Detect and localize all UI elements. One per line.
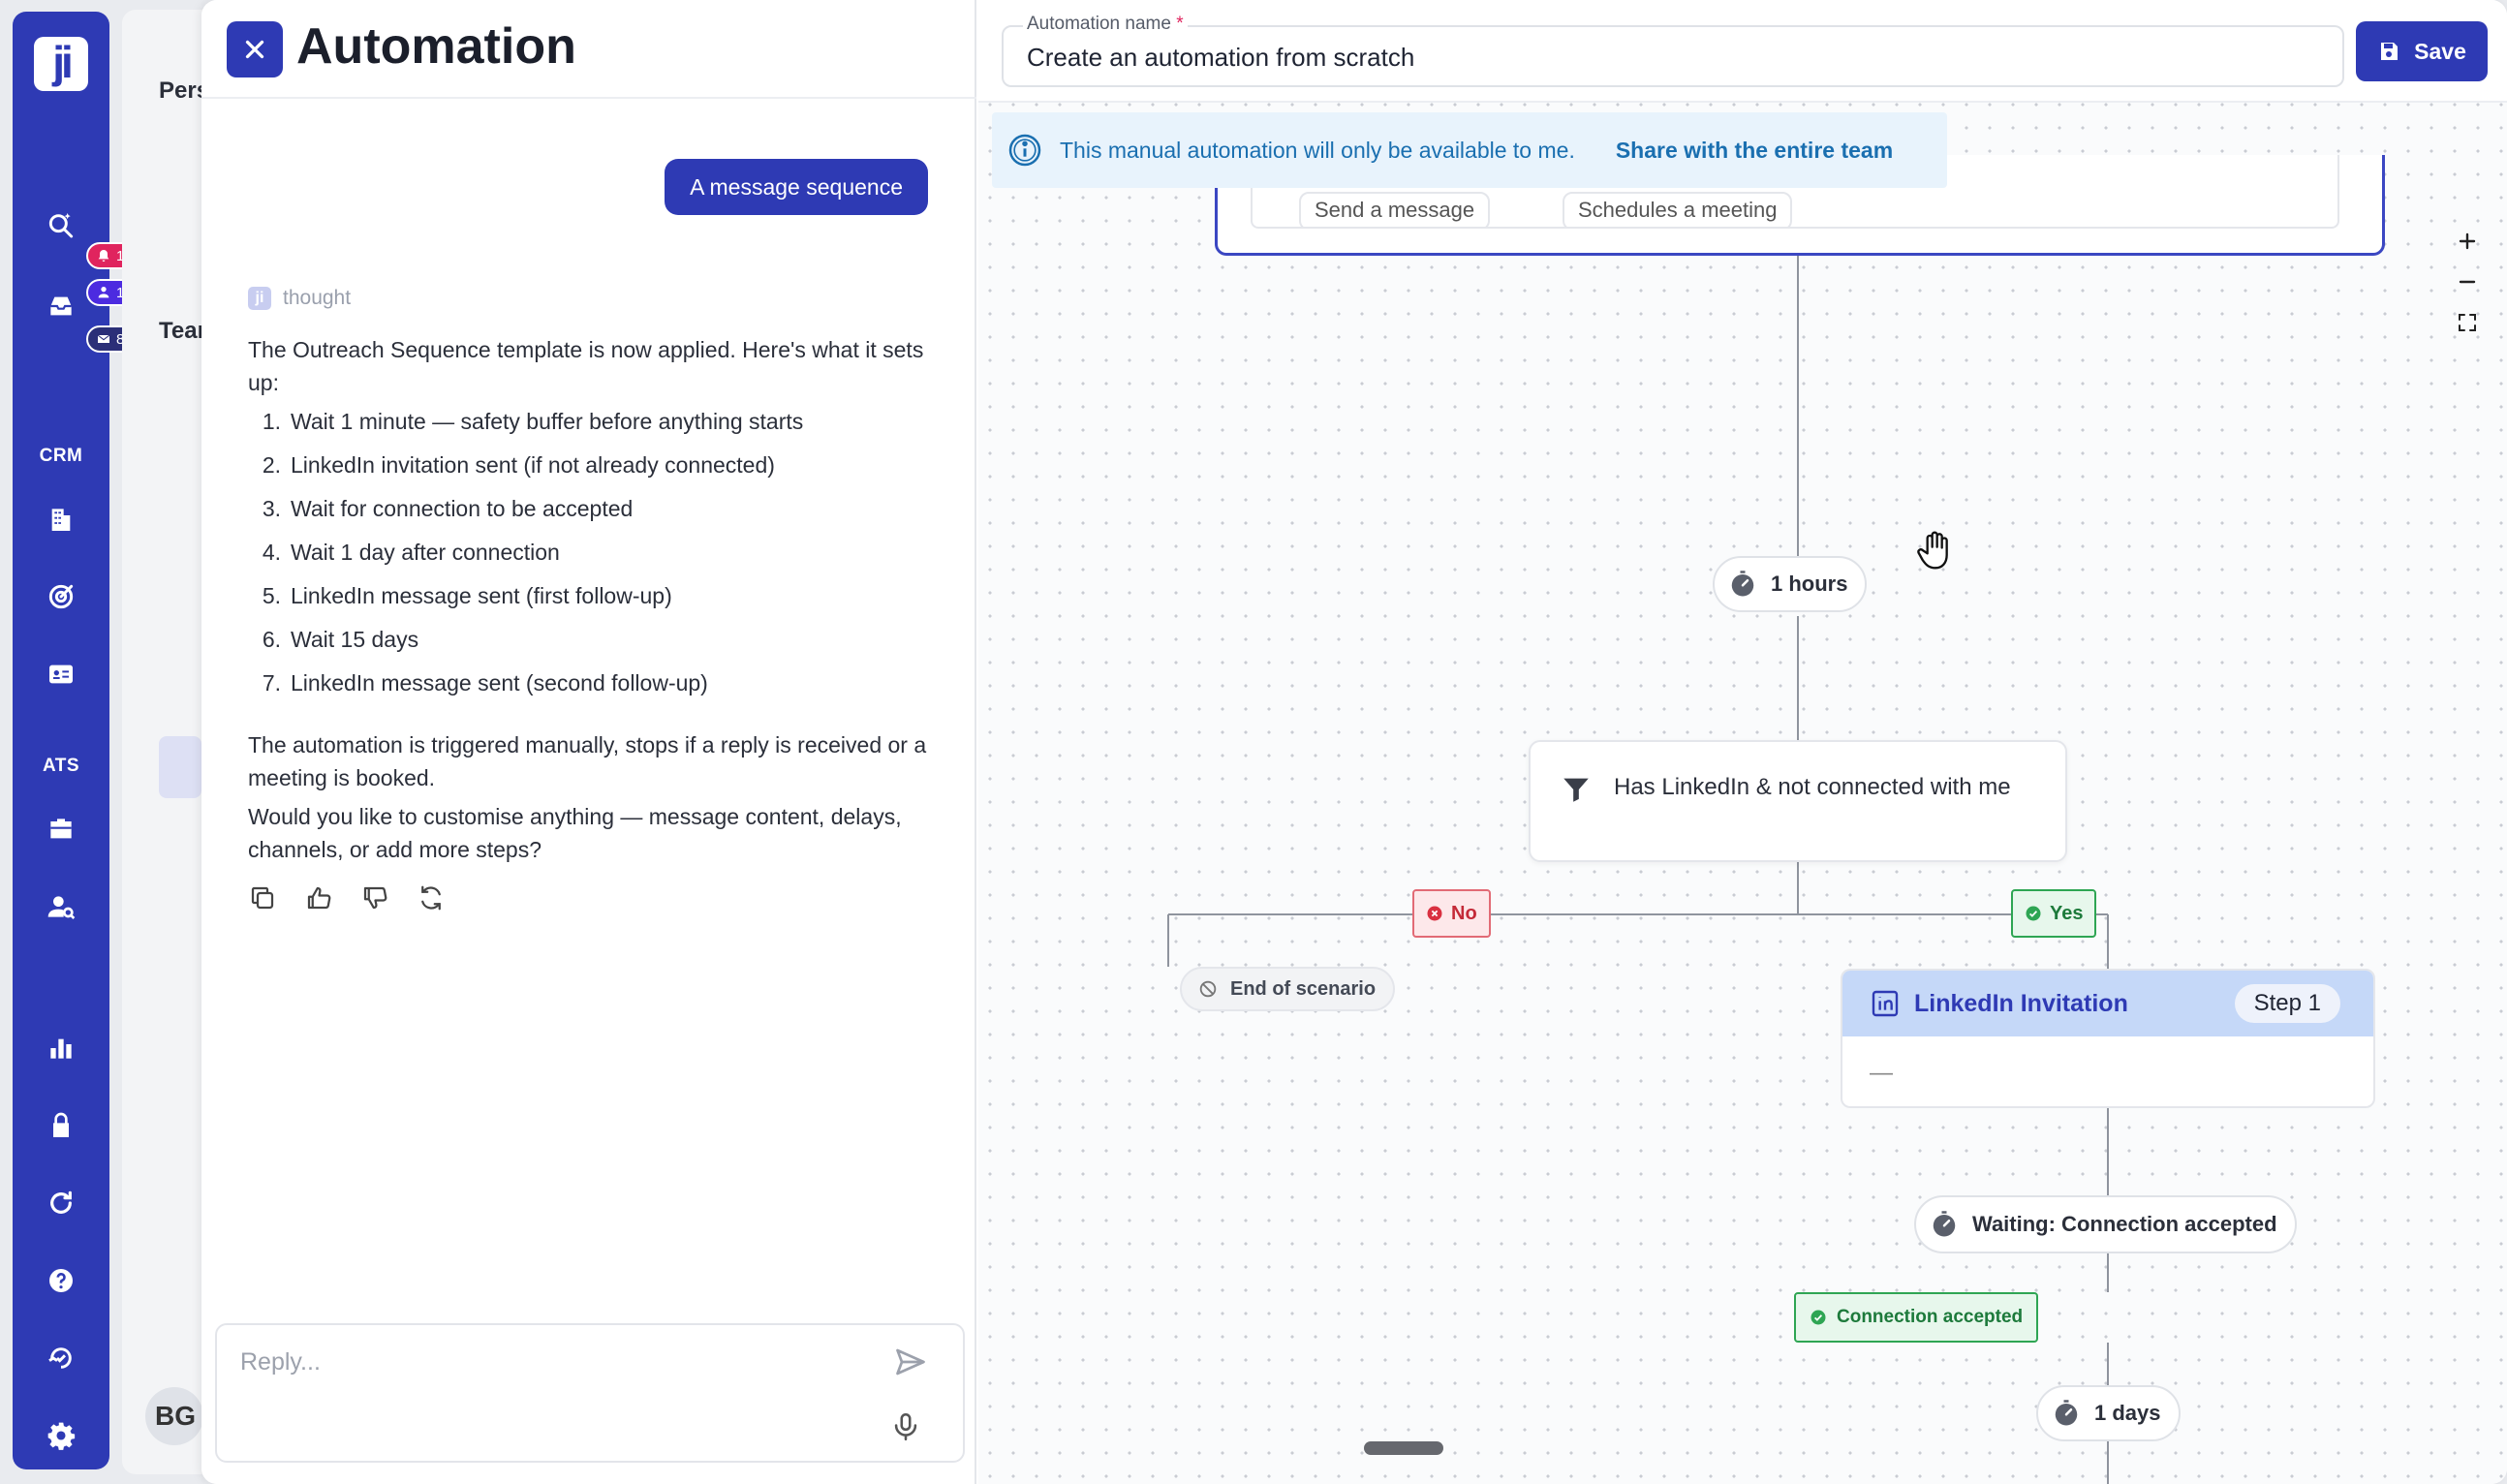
waiting-text: Waiting: Connection accepted	[1972, 1212, 2277, 1236]
assistant-intro-text: The Outreach Sequence template is now ap…	[248, 337, 924, 395]
ats-section-label: ATS	[42, 756, 80, 776]
info-icon	[1008, 134, 1041, 167]
reply-input[interactable]: Reply...	[240, 1348, 321, 1376]
automation-name-label: Automation name *	[1023, 14, 1188, 35]
assistant-outro-text: The automation is triggered manually, st…	[248, 732, 927, 790]
status-nav-icon[interactable]	[42, 1339, 80, 1377]
team-group-label: Tear	[159, 318, 206, 344]
assistant-question-text: Would you like to customise anything — m…	[248, 804, 902, 862]
header-divider	[201, 97, 976, 99]
linkedin-invitation-step[interactable]: LinkedIn Invitation Step 1 —	[1841, 969, 2375, 1108]
horizontal-scrollbar[interactable]	[1364, 1441, 1443, 1455]
filter-icon	[1563, 778, 1589, 802]
contacts-card-nav-icon[interactable]	[42, 655, 80, 694]
jobs-nav-icon[interactable]	[42, 810, 80, 849]
analytics-nav-icon[interactable]	[42, 1029, 80, 1067]
step-number-badge: Step 1	[2234, 984, 2340, 1023]
wait-duration: 1 hours	[1771, 572, 1848, 596]
zoom-in-icon[interactable]	[2447, 221, 2488, 262]
crm-section-label: CRM	[39, 446, 83, 466]
help-nav-icon[interactable]	[42, 1261, 80, 1300]
condition-text: Has LinkedIn & not connected with me	[1614, 774, 2011, 800]
assistant-logo-icon: ji	[248, 287, 271, 310]
thought-label: thought	[283, 287, 352, 309]
no-branch-tag[interactable]: No	[1412, 889, 1491, 938]
linkedin-icon	[1872, 990, 1899, 1017]
list-item: 4. Wait 1 day after connection	[262, 540, 560, 565]
team-icon	[98, 287, 109, 298]
settings-nav-icon[interactable]	[42, 1416, 80, 1455]
save-icon	[2381, 43, 2399, 60]
editor-header: Automation name * Create an automation f…	[978, 0, 2507, 103]
active-nav-highlight	[159, 736, 201, 798]
bell-icon	[98, 250, 109, 262]
candidates-nav-icon[interactable]	[42, 887, 80, 926]
sequence-steps-list: 1. Wait 1 minute — safety buffer before a…	[248, 409, 803, 714]
waiting-node[interactable]: Waiting: Connection accepted	[1914, 1195, 2297, 1253]
automation-name-field[interactable]: Automation name * Create an automation f…	[1002, 14, 2344, 87]
thought-indicator[interactable]: ji thought	[248, 287, 351, 310]
thumbs-down-icon[interactable]	[360, 883, 389, 912]
stop-condition-chip[interactable]: Schedules a meeting	[1563, 192, 1793, 227]
close-icon	[245, 40, 264, 59]
regenerate-icon[interactable]	[417, 883, 446, 912]
app-sidebar: ji 14 1 86 CRM ATS	[13, 12, 144, 1469]
assistant-chat-panel: Automation A message sequence ji thought…	[201, 0, 976, 1484]
check-circle-icon	[1811, 1310, 1826, 1325]
wait-node[interactable]: 1 hours	[1713, 556, 1868, 612]
mail-icon	[97, 334, 110, 343]
step-body: —	[1870, 1060, 1893, 1086]
connection-accepted-tag[interactable]: Connection accepted	[1794, 1292, 2039, 1343]
inbox-nav-icon[interactable]	[42, 287, 80, 325]
page-title: Automation	[296, 18, 576, 75]
list-item: 1. Wait 1 minute — safety buffer before a…	[262, 409, 804, 434]
step-title: LinkedIn Invitation	[1914, 989, 2128, 1017]
sync-nav-icon[interactable]	[42, 1184, 80, 1222]
save-label: Save	[2414, 38, 2466, 64]
wait-node[interactable]: 1 days	[2036, 1385, 2181, 1441]
check-circle-icon	[2026, 906, 2041, 921]
automation-drawer: Automation A message sequence ji thought…	[201, 0, 2507, 1484]
send-icon[interactable]	[893, 1345, 928, 1379]
step-header: LinkedIn Invitation Step 1	[1842, 971, 2373, 1036]
timer-icon	[1731, 571, 1754, 597]
x-circle-icon	[1427, 906, 1442, 921]
message-actions	[248, 883, 446, 912]
list-item: 2. LinkedIn invitation sent (if not alrea…	[262, 452, 775, 478]
stop-condition-chip[interactable]: Send a message	[1299, 192, 1491, 227]
banner-text: This manual automation will only be avai…	[1060, 137, 1575, 163]
search-nav-icon[interactable]	[42, 205, 80, 244]
companies-nav-icon[interactable]	[42, 500, 80, 539]
grab-hand-cursor-icon	[1917, 531, 1948, 570]
list-item: 3. Wait for connection to be accepted	[262, 496, 634, 521]
zoom-out-icon[interactable]	[2447, 262, 2488, 302]
condition-node[interactable]: Has LinkedIn & not connected with me	[1529, 740, 2067, 862]
user-message-bubble: A message sequence	[665, 159, 928, 215]
microphone-icon[interactable]	[889, 1410, 922, 1443]
visibility-banner: This manual automation will only be avai…	[992, 112, 1947, 188]
list-item: 6. Wait 15 days	[262, 627, 419, 652]
user-avatar[interactable]: BG	[145, 1387, 203, 1445]
app-logo[interactable]: ji	[34, 37, 88, 91]
target-nav-icon[interactable]	[42, 577, 80, 616]
timer-icon	[2055, 1400, 2078, 1426]
share-team-link[interactable]: Share with the entire team	[1616, 138, 1893, 164]
lock-nav-icon[interactable]	[42, 1106, 80, 1145]
reply-composer[interactable]: Reply...	[215, 1323, 965, 1463]
list-item: 7. LinkedIn message sent (second follow-u…	[262, 670, 708, 696]
copy-icon[interactable]	[248, 883, 277, 912]
zoom-controls	[2447, 221, 2488, 343]
close-button[interactable]	[227, 21, 283, 77]
timer-icon	[1933, 1211, 1956, 1237]
automation-name-input[interactable]: Create an automation from scratch	[1027, 43, 1414, 73]
wait-duration: 1 days	[2094, 1401, 2161, 1425]
yes-branch-tag[interactable]: Yes	[2011, 889, 2097, 938]
list-item: 5. LinkedIn message sent (first follow-up…	[262, 583, 672, 608]
flow-canvas[interactable]: Send a message Schedules a meeting Autom…	[978, 0, 2507, 1484]
ban-icon	[1199, 980, 1217, 998]
fit-view-icon[interactable]	[2447, 302, 2488, 343]
thumbs-up-icon[interactable]	[304, 883, 333, 912]
save-button[interactable]: Save	[2356, 21, 2488, 81]
end-of-scenario-node[interactable]: End of scenario	[1180, 967, 1396, 1011]
